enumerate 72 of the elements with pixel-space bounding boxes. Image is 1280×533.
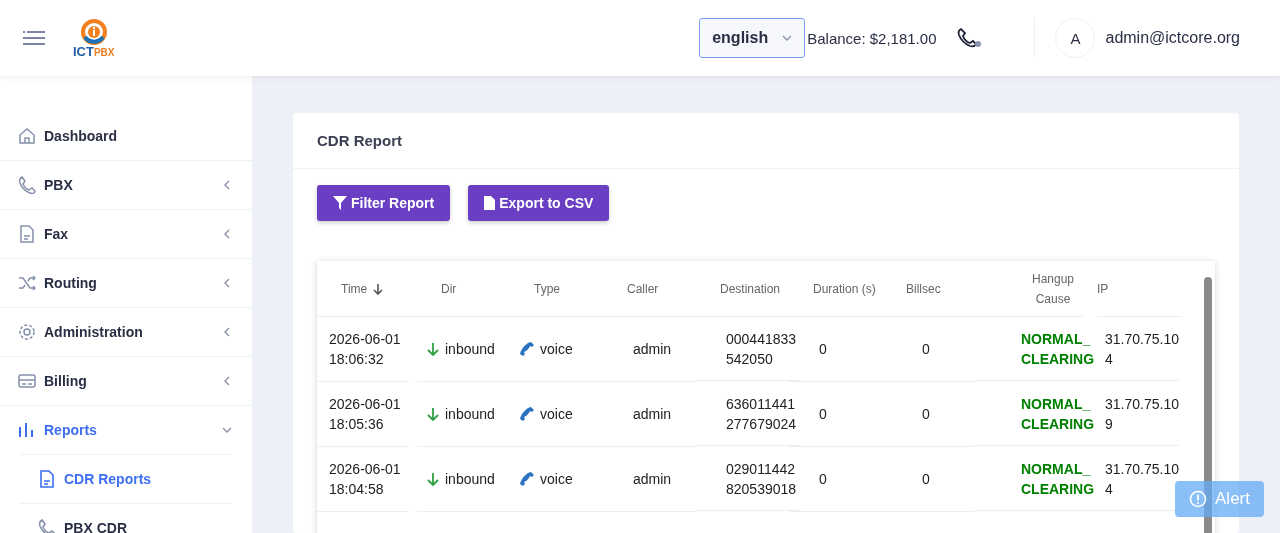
alert-icon [1189, 490, 1208, 508]
arrow-down-icon [427, 472, 439, 486]
shuffle-icon [18, 274, 36, 292]
table-cell: NORMAL_CLEARING [975, 447, 1097, 511]
sidebar-subitem[interactable]: CDR Reports [20, 454, 232, 503]
table-cell: 0 [882, 447, 975, 512]
direction-text: inbound [445, 470, 495, 489]
export-button[interactable]: Export to CSV [468, 185, 610, 221]
page-title: CDR Report [317, 132, 402, 149]
table-cell: 2026-06-01 18:06:32 [317, 317, 409, 382]
column-header[interactable]: Caller [603, 261, 696, 317]
phone-icon [38, 519, 56, 533]
table-cell: 029011442820539018 [696, 447, 800, 511]
gear-icon [18, 323, 36, 341]
sidebar-item[interactable]: Billing [0, 357, 252, 406]
column-header[interactable]: Type [510, 261, 603, 317]
column-header[interactable]: Dir [417, 261, 510, 317]
table-cell: 2026-06-01 18:05:36 [317, 382, 409, 447]
table-cell: NORMAL_CLEARING [975, 382, 1097, 446]
sidebar-item[interactable]: Fax [0, 210, 252, 259]
column-header[interactable]: Hangup Cause [975, 261, 1083, 317]
bars-icon [18, 421, 36, 439]
arrow-down-icon [427, 407, 439, 421]
sidebar-item[interactable]: Administration [0, 308, 252, 357]
phone-icon[interactable] [956, 27, 983, 49]
table-cell: admin [603, 382, 696, 447]
balance-text: Balance: $2,181.00 [807, 29, 937, 47]
sidebar-item[interactable]: Dashboard [0, 112, 252, 161]
document-icon [18, 225, 36, 243]
table-cell: 000441833542050 [696, 317, 800, 381]
logo-text: ICT [73, 44, 94, 58]
column-header[interactable]: Duration (s) [789, 261, 882, 317]
column-header[interactable]: Billsec [882, 261, 975, 317]
phone-icon [18, 176, 36, 194]
phone-icon [520, 472, 534, 486]
table-cell: 2026-06-01 18:04:58 [317, 447, 409, 512]
logo-icon [80, 18, 107, 45]
home-icon [18, 127, 36, 145]
call-type-text: voice [540, 340, 573, 359]
table-cell: admin [603, 317, 696, 382]
card-icon [18, 372, 36, 390]
table-cell: NORMAL_CLEARING [975, 317, 1097, 381]
sidebar-item[interactable]: PBX [0, 161, 252, 210]
column-header[interactable]: Destination [696, 261, 789, 317]
language-select[interactable]: english [699, 18, 806, 58]
column-header[interactable]: Time [317, 261, 417, 317]
table-cell: 31.70.75.104 [1097, 317, 1179, 381]
call-type-text: voice [540, 405, 573, 424]
column-header[interactable]: IP [1097, 261, 1182, 317]
table-cell: admin [603, 447, 696, 512]
direction-text: inbound [445, 340, 495, 359]
logo-text: PBX [93, 47, 115, 58]
table-cell: 636011441277679024 [696, 382, 800, 446]
table-cell: 0 [882, 317, 975, 382]
direction-text: inbound [445, 405, 495, 424]
table-cell: 31.70.75.109 [1097, 382, 1179, 446]
chevron-down-icon [782, 35, 793, 41]
document-icon [38, 470, 56, 488]
sidebar-item[interactable]: Reports [0, 406, 252, 454]
phone-icon [520, 342, 534, 356]
menu-icon[interactable] [23, 30, 45, 46]
filter-button[interactable]: Filter Report [317, 185, 451, 221]
file-icon [484, 196, 496, 210]
sidebar-item[interactable]: Routing [0, 259, 252, 308]
user-email[interactable]: admin@ictcore.org [1105, 29, 1240, 47]
phone-icon [520, 407, 534, 421]
table-cell: 0 [882, 382, 975, 447]
logo[interactable]: ICTPBX [73, 18, 115, 58]
arrow-down-icon [427, 342, 439, 356]
call-type-text: voice [540, 470, 573, 489]
sidebar-subitem[interactable]: PBX CDR [20, 503, 232, 533]
filter-icon [333, 196, 347, 210]
